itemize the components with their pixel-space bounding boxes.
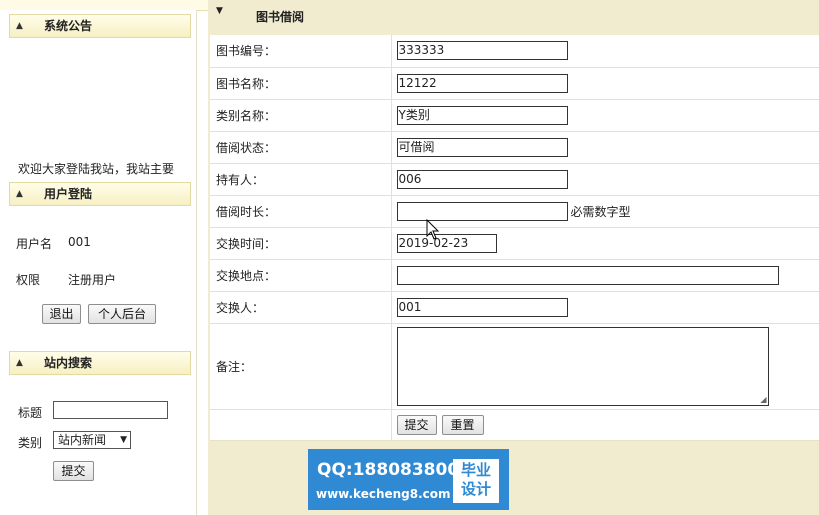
- remarks-textarea[interactable]: ◢: [396, 326, 769, 406]
- watermark-banner: QQ:188083800 www.kecheng8.com 毕业 设计: [308, 449, 509, 510]
- exchange-time-input[interactable]: 2019-02-23: [396, 233, 497, 253]
- collapse-triangle-icon[interactable]: ▼: [216, 6, 223, 16]
- field-label: 交换地点：: [210, 259, 391, 292]
- form-row: 图书编号： 333333: [210, 35, 819, 68]
- notice-header-label: 系统公告: [44, 19, 93, 33]
- form-reset-button[interactable]: 重置: [441, 414, 484, 435]
- role-value: 注册用户: [68, 273, 117, 287]
- form-actions-row: 提交 重置: [210, 409, 819, 441]
- form-row: 图书名称： 12122: [210, 67, 819, 100]
- form-row: 交换人： 001: [210, 291, 819, 324]
- field-label: 图书名称：: [210, 67, 391, 100]
- field-label: 借阅时长：: [210, 195, 391, 228]
- book-id-input[interactable]: 333333: [396, 41, 568, 61]
- search-header: ▲ 站内搜索: [9, 351, 191, 375]
- username-label: 用户名: [16, 237, 53, 251]
- search-category-label: 类别: [18, 436, 43, 450]
- login-header-label: 用户登陆: [44, 187, 93, 201]
- field-label: 图书编号：: [210, 35, 391, 68]
- form-row: 交换地点：: [210, 259, 819, 292]
- role-label: 权限: [16, 273, 41, 287]
- form-row: 持有人： 006: [210, 163, 819, 196]
- notice-header: ▲ 系统公告: [9, 14, 191, 38]
- search-category-select[interactable]: 站内新闻 ▼: [53, 431, 131, 449]
- watermark-badge-line2: 设计: [460, 480, 491, 498]
- collapse-triangle-icon[interactable]: ▲: [16, 352, 23, 374]
- watermark-qq: QQ:188083800: [317, 460, 460, 480]
- book-name-input[interactable]: 12122: [396, 73, 568, 93]
- collapse-triangle-icon[interactable]: ▲: [16, 183, 23, 205]
- exchange-location-input[interactable]: [396, 265, 779, 285]
- watermark-url: www.kecheng8.com: [316, 487, 451, 501]
- field-label: 持有人：: [210, 163, 391, 196]
- dropdown-arrow-icon: ▼: [120, 435, 127, 445]
- form-row: 借阅时长： 必需数字型: [210, 195, 819, 228]
- field-label: 借阅状态：: [210, 131, 391, 164]
- form-row: 备注： ◢: [210, 323, 819, 410]
- search-category-selected: 站内新闻: [58, 433, 107, 447]
- search-title-input[interactable]: [53, 401, 168, 419]
- borrow-status-input[interactable]: 可借阅: [396, 137, 568, 157]
- form-title-bar: ▼ 图书借阅: [208, 6, 819, 24]
- watermark-badge: 毕业 设计: [453, 459, 499, 503]
- notice-text: 欢迎大家登陆我站，我站主要: [18, 162, 175, 176]
- search-header-label: 站内搜索: [44, 356, 93, 370]
- numeric-hint: 必需数字型: [570, 204, 631, 219]
- form-row: 交换时间： 2019-02-23: [210, 227, 819, 260]
- search-title-label: 标题: [18, 406, 43, 420]
- form-title: 图书借阅: [256, 10, 305, 24]
- field-label: 类别名称：: [210, 99, 391, 132]
- field-label: 交换人：: [210, 291, 391, 324]
- sidebar: ▲ 系统公告 欢迎大家登陆我站，我站主要 ▲ 用户登陆 用户名 001 权限 注…: [0, 10, 197, 515]
- mouse-cursor-icon: [426, 219, 440, 240]
- form-submit-button[interactable]: 提交: [396, 414, 437, 435]
- form-row: 类别名称： Y类别: [210, 99, 819, 132]
- field-label: 交换时间：: [210, 227, 391, 260]
- field-label: 备注：: [210, 323, 391, 410]
- watermark-badge-line1: 毕业: [460, 461, 491, 479]
- username-value: 001: [68, 235, 91, 249]
- main-content: ▼ 图书借阅 图书编号： 333333 图书名称： 12122 类别名称： Y类…: [208, 0, 819, 515]
- personal-center-button[interactable]: 个人后台: [88, 304, 156, 324]
- form-row: 借阅状态： 可借阅: [210, 131, 819, 164]
- collapse-triangle-icon[interactable]: ▲: [16, 15, 23, 37]
- category-name-input[interactable]: Y类别: [396, 105, 568, 125]
- logout-button[interactable]: 退出: [42, 304, 81, 324]
- exchanger-input[interactable]: 001: [396, 297, 568, 317]
- login-header: ▲ 用户登陆: [9, 182, 191, 206]
- resize-grip-icon[interactable]: ◢: [760, 395, 766, 404]
- holder-input[interactable]: 006: [396, 169, 568, 189]
- borrow-duration-input[interactable]: [396, 201, 568, 221]
- borrow-form: 图书编号： 333333 图书名称： 12122 类别名称： Y类别 借阅状态：…: [210, 35, 819, 441]
- search-submit-button[interactable]: 提交: [53, 461, 94, 481]
